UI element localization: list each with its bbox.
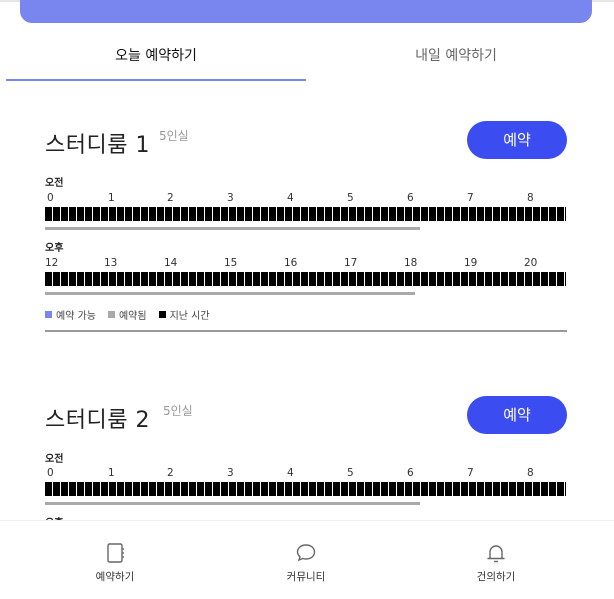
- hour-label: 14: [164, 257, 178, 269]
- nav-reserve[interactable]: 예약하기: [55, 541, 175, 584]
- legend-label: 예약 가능: [56, 311, 96, 322]
- pm-hour-labels: 12 13 14 15 16 17 18 19 20: [45, 257, 567, 269]
- room-title: 스터디룸 1: [45, 133, 150, 158]
- am-label: 오전: [45, 178, 64, 189]
- pm-progress-bar: [45, 292, 415, 295]
- nav-community[interactable]: 커뮤니티: [246, 541, 366, 584]
- top-banner: [20, 0, 592, 23]
- hour-label: 15: [224, 257, 238, 269]
- hour-label: 4: [287, 467, 294, 479]
- room-capacity: 5인실: [163, 404, 193, 418]
- reserve-button[interactable]: 예약: [467, 121, 567, 159]
- tab-today[interactable]: 오늘 예약하기: [6, 32, 306, 80]
- hour-label: 13: [104, 257, 118, 269]
- hour-label: 19: [464, 257, 478, 269]
- hour-label: 20: [524, 257, 538, 269]
- day-tabs: 오늘 예약하기 내일 예약하기: [6, 32, 608, 82]
- legend-label: 예약됨: [118, 311, 147, 322]
- nav-label: 커뮤니티: [286, 571, 326, 583]
- room-capacity: 5인실: [159, 129, 189, 143]
- room-title: 스터디룸 2: [45, 408, 150, 433]
- hour-label: 8: [527, 467, 534, 479]
- hour-label: 6: [407, 467, 414, 479]
- room-card-1: 스터디룸 1 5인실 예약 오전 0 1 2 3 4 5 6 7 8 오후 12…: [45, 121, 567, 333]
- hour-label: 2: [167, 467, 174, 479]
- am-time-slots[interactable]: [45, 482, 566, 496]
- hour-label: 16: [284, 257, 298, 269]
- bottom-nav: 예약하기 커뮤니티 건의하기: [0, 520, 614, 599]
- am-hour-labels: 0 1 2 3 4 5 6 7 8: [45, 467, 567, 479]
- hour-label: 6: [407, 192, 414, 204]
- am-progress-bar: [45, 502, 420, 505]
- active-tab-indicator: [6, 79, 306, 81]
- slot-legend: 예약 가능 예약됨 지난 시간: [45, 307, 210, 322]
- nav-suggest[interactable]: 건의하기: [436, 541, 556, 584]
- am-progress-bar: [45, 227, 420, 230]
- tab-tomorrow[interactable]: 내일 예약하기: [306, 32, 606, 80]
- legend-reserved: 예약됨: [107, 307, 147, 322]
- bell-icon: [487, 545, 505, 563]
- chat-bubble-icon: [296, 544, 316, 562]
- hour-label: 1: [108, 192, 115, 204]
- hour-label: 5: [347, 192, 354, 204]
- hour-label: 5: [347, 467, 354, 479]
- hour-label: 0: [47, 467, 54, 479]
- legend-label: 지난 시간: [169, 311, 210, 322]
- pm-time-slots[interactable]: [45, 272, 566, 286]
- room-card-2: 스터디룸 2 5인실 예약 오전 0 1 2 3 4 5 6 7 8 오후: [45, 396, 567, 529]
- am-hour-labels: 0 1 2 3 4 5 6 7 8: [45, 192, 567, 204]
- hour-label: 12: [45, 257, 59, 269]
- hour-label: 3: [227, 467, 234, 479]
- hour-label: 3: [227, 192, 234, 204]
- hour-label: 7: [467, 467, 474, 479]
- am-time-slots[interactable]: [45, 207, 566, 221]
- available-swatch: [45, 311, 52, 318]
- am-label: 오전: [45, 454, 64, 465]
- hour-label: 18: [404, 257, 418, 269]
- hour-label: 2: [167, 192, 174, 204]
- hour-label: 7: [467, 192, 474, 204]
- legend-available: 예약 가능: [45, 307, 96, 322]
- notebook-icon: [107, 543, 124, 563]
- legend-past: 지난 시간: [158, 307, 210, 322]
- hour-label: 17: [344, 257, 358, 269]
- reserve-button[interactable]: 예약: [467, 396, 567, 434]
- pm-label: 오후: [45, 243, 64, 254]
- room-divider: [45, 330, 567, 332]
- hour-label: 8: [527, 192, 534, 204]
- hour-label: 4: [287, 192, 294, 204]
- reserved-swatch: [107, 311, 115, 318]
- hour-label: 0: [47, 192, 54, 204]
- past-swatch: [158, 311, 166, 318]
- hour-label: 1: [108, 467, 115, 479]
- nav-label: 예약하기: [95, 571, 135, 583]
- nav-label: 건의하기: [476, 571, 516, 583]
